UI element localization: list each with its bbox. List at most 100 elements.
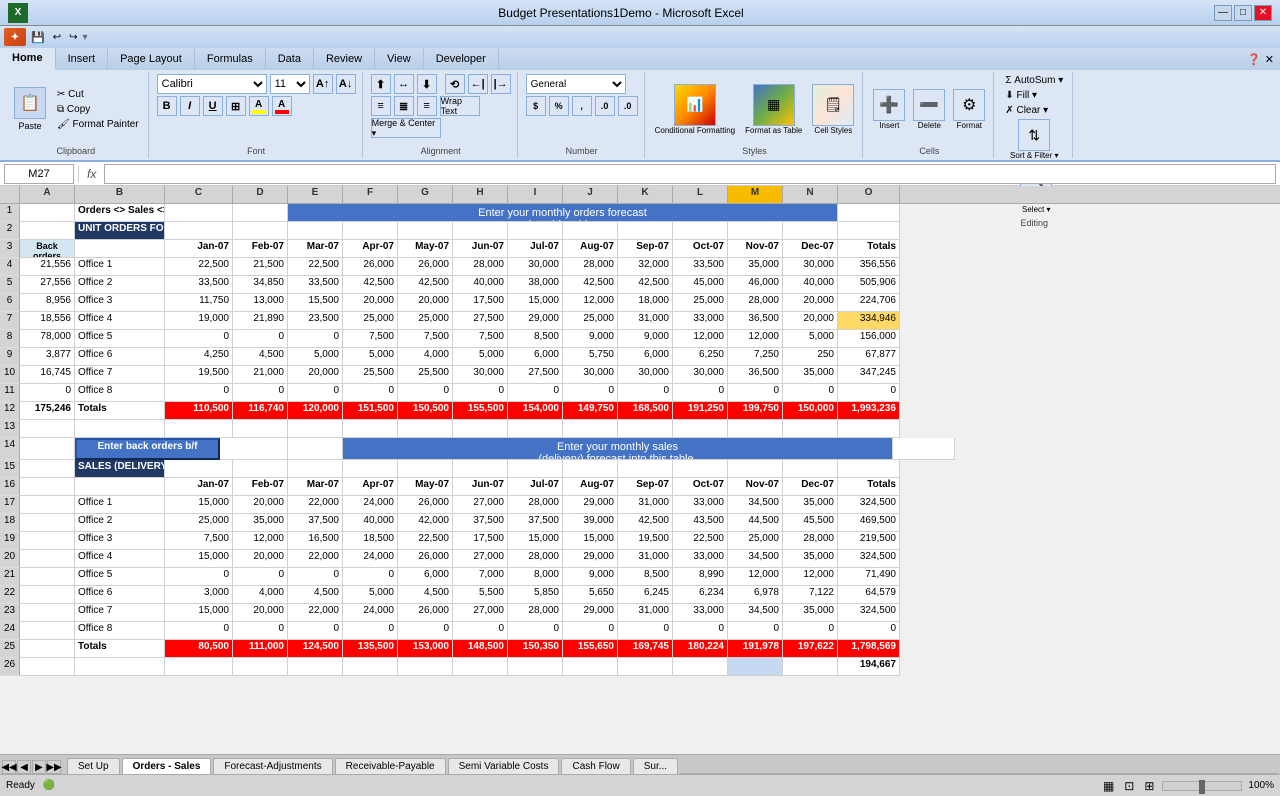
cell-k18[interactable]: 42,500 — [618, 514, 673, 532]
cell-e6[interactable]: 15,500 — [288, 294, 343, 312]
copy-button[interactable]: ⧉ Copy — [54, 103, 142, 116]
cell-a7[interactable]: 18,556 — [20, 312, 75, 330]
cell-n24[interactable]: 0 — [783, 622, 838, 640]
format-painter-button[interactable]: 🖌 Format Painter — [54, 118, 142, 131]
cell-l12[interactable]: 191,250 — [673, 402, 728, 420]
cell-b23[interactable]: Office 7 — [75, 604, 165, 622]
cell-h9[interactable]: 5,000 — [453, 348, 508, 366]
cell-i9[interactable]: 6,000 — [508, 348, 563, 366]
font-name-select[interactable]: Calibri — [157, 74, 267, 94]
cell-b8[interactable]: Office 5 — [75, 330, 165, 348]
cell-i7[interactable]: 29,000 — [508, 312, 563, 330]
col-header-n[interactable]: N — [783, 186, 838, 203]
format-as-table-button[interactable]: ▦ Format as Table — [743, 82, 804, 137]
cell-k8[interactable]: 9,000 — [618, 330, 673, 348]
cell-c15[interactable] — [165, 460, 233, 478]
cell-k3[interactable]: Sep-07 — [618, 240, 673, 258]
cell-m12[interactable]: 199,750 — [728, 402, 783, 420]
cell-k26[interactable] — [618, 658, 673, 676]
fill-color-button[interactable]: A — [249, 96, 269, 116]
cell-f8[interactable]: 7,500 — [343, 330, 398, 348]
sort-filter-button[interactable]: ⇅ Sort & Filter ▾ — [1008, 117, 1060, 162]
cell-i21[interactable]: 8,000 — [508, 568, 563, 586]
cell-e13[interactable] — [288, 420, 343, 438]
cell-a21[interactable] — [20, 568, 75, 586]
cell-j24[interactable]: 0 — [563, 622, 618, 640]
cell-i8[interactable]: 8,500 — [508, 330, 563, 348]
cell-g6[interactable]: 20,000 — [398, 294, 453, 312]
cell-c9[interactable]: 4,250 — [165, 348, 233, 366]
cell-e3[interactable]: Mar-07 — [288, 240, 343, 258]
cell-l5[interactable]: 45,000 — [673, 276, 728, 294]
cell-a17[interactable] — [20, 496, 75, 514]
cell-b12[interactable]: Totals — [75, 402, 165, 420]
cell-c21[interactable]: 0 — [165, 568, 233, 586]
cell-o18[interactable]: 469,500 — [838, 514, 900, 532]
cell-n22[interactable]: 7,122 — [783, 586, 838, 604]
cell-a8[interactable]: 78,000 — [20, 330, 75, 348]
cell-h2[interactable] — [453, 222, 508, 240]
close-button[interactable]: ✕ — [1254, 5, 1272, 21]
cell-b6[interactable]: Office 3 — [75, 294, 165, 312]
increase-decimal-button[interactable]: .0 — [595, 96, 615, 116]
cell-d17[interactable]: 20,000 — [233, 496, 288, 514]
col-header-h[interactable]: H — [453, 186, 508, 203]
col-header-d[interactable]: D — [233, 186, 288, 203]
cell-j11[interactable]: 0 — [563, 384, 618, 402]
cell-o11[interactable]: 0 — [838, 384, 900, 402]
cell-m4[interactable]: 35,000 — [728, 258, 783, 276]
cell-o7[interactable]: 334,946 — [838, 312, 900, 330]
cell-g26[interactable] — [398, 658, 453, 676]
sheet-tab-last-button[interactable]: ▶▶ — [47, 760, 61, 774]
cell-d19[interactable]: 12,000 — [233, 532, 288, 550]
cell-n10[interactable]: 35,000 — [783, 366, 838, 384]
cell-i12[interactable]: 154,000 — [508, 402, 563, 420]
cell-d1[interactable] — [233, 204, 288, 222]
cell-e5[interactable]: 33,500 — [288, 276, 343, 294]
cell-n2[interactable] — [783, 222, 838, 240]
tab-developer[interactable]: Developer — [424, 48, 499, 70]
cell-j20[interactable]: 29,000 — [563, 550, 618, 568]
cell-k24[interactable]: 0 — [618, 622, 673, 640]
cell-g22[interactable]: 4,500 — [398, 586, 453, 604]
cell-a13[interactable] — [20, 420, 75, 438]
cell-c22[interactable]: 3,000 — [165, 586, 233, 604]
cell-m7[interactable]: 36,500 — [728, 312, 783, 330]
cell-f11[interactable]: 0 — [343, 384, 398, 402]
cell-m22[interactable]: 6,978 — [728, 586, 783, 604]
cell-b15[interactable]: SALES (DELIVERY) FORECAST — [75, 460, 165, 478]
cell-d15[interactable] — [233, 460, 288, 478]
cell-i15[interactable] — [508, 460, 563, 478]
enter-back-orders-button[interactable]: Enter back orders b/f — [75, 438, 220, 460]
cell-k5[interactable]: 42,500 — [618, 276, 673, 294]
cell-k19[interactable]: 19,500 — [618, 532, 673, 550]
cell-j13[interactable] — [563, 420, 618, 438]
cell-f10[interactable]: 25,500 — [343, 366, 398, 384]
cell-n19[interactable]: 28,000 — [783, 532, 838, 550]
cell-h24[interactable]: 0 — [453, 622, 508, 640]
cell-l10[interactable]: 30,000 — [673, 366, 728, 384]
cell-m19[interactable]: 25,000 — [728, 532, 783, 550]
cell-h25[interactable]: 148,500 — [453, 640, 508, 658]
cell-j6[interactable]: 12,000 — [563, 294, 618, 312]
underline-button[interactable]: U — [203, 96, 223, 116]
cell-j19[interactable]: 15,000 — [563, 532, 618, 550]
cell-e20[interactable]: 22,000 — [288, 550, 343, 568]
cell-n6[interactable]: 20,000 — [783, 294, 838, 312]
cell-d3[interactable]: Feb-07 — [233, 240, 288, 258]
cell-e24[interactable]: 0 — [288, 622, 343, 640]
cell-i24[interactable]: 0 — [508, 622, 563, 640]
cell-e4[interactable]: 22,500 — [288, 258, 343, 276]
cell-f2[interactable] — [343, 222, 398, 240]
cell-j23[interactable]: 29,000 — [563, 604, 618, 622]
cell-b26[interactable] — [75, 658, 165, 676]
cell-d23[interactable]: 20,000 — [233, 604, 288, 622]
cut-button[interactable]: ✂ Cut — [54, 88, 142, 101]
autosum-button[interactable]: Σ AutoSum ▾ — [1002, 74, 1066, 87]
cell-m18[interactable]: 44,500 — [728, 514, 783, 532]
cell-l23[interactable]: 33,000 — [673, 604, 728, 622]
cell-e15[interactable] — [288, 460, 343, 478]
insert-cells-button[interactable]: ➕ Insert — [871, 87, 907, 132]
cell-d13[interactable] — [233, 420, 288, 438]
cell-j12[interactable]: 149,750 — [563, 402, 618, 420]
